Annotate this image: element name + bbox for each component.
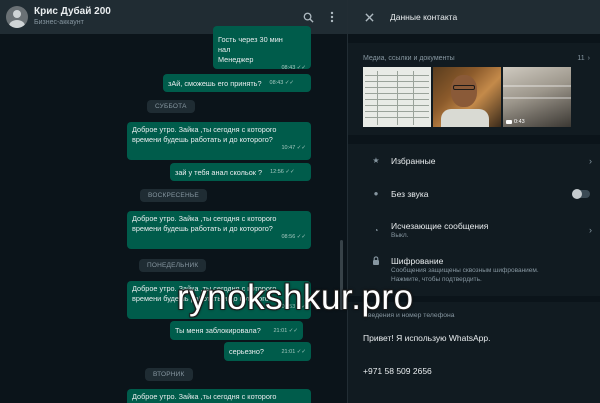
favorites-label: Избранные bbox=[391, 155, 436, 166]
message-text: Ты меня заблокировала? bbox=[175, 326, 261, 335]
day-separator: ВТОРНИК bbox=[145, 368, 193, 381]
message-text: Доброе утро. Зайка ,ты сегодня с которог… bbox=[132, 214, 277, 233]
message-bubble[interactable]: Доброе утро. Зайка ,ты сегодня с которог… bbox=[127, 122, 311, 160]
read-check-icon: ✓✓ bbox=[296, 348, 306, 355]
avatar[interactable] bbox=[6, 6, 28, 28]
favorites-row[interactable]: ★ Избранные › bbox=[348, 144, 600, 177]
chevron-right-icon: › bbox=[589, 225, 592, 235]
media-thumbnail-document[interactable] bbox=[363, 67, 431, 127]
close-icon[interactable] bbox=[360, 8, 378, 26]
disappearing-messages-row[interactable]: ◔ Исчезающие сообщения Выкл. › bbox=[348, 210, 600, 250]
bell-icon: ● bbox=[373, 189, 379, 198]
disappearing-status: Выкл. bbox=[391, 231, 409, 239]
message-list[interactable]: Гость через 30 мин нал Менеджер 08:43 ✓✓… bbox=[0, 26, 340, 403]
message-bubble[interactable]: серьезно? 21:01 ✓✓ bbox=[224, 342, 311, 361]
video-icon bbox=[506, 120, 512, 124]
day-separator: СУББОТА bbox=[147, 100, 195, 113]
phone-number[interactable]: +971 58 509 2656 bbox=[348, 354, 600, 376]
media-count[interactable]: 11 › bbox=[577, 55, 590, 62]
lock-icon bbox=[370, 256, 382, 267]
message-text: Доброе утро. Зайка ,ты сегодня с которог… bbox=[132, 125, 277, 144]
media-thumbnails: 0:43 bbox=[363, 67, 590, 127]
menu-icon[interactable] bbox=[323, 8, 341, 26]
message-meta: 12:56 ✓✓ bbox=[270, 169, 295, 176]
mute-toggle[interactable] bbox=[572, 188, 590, 199]
message-meta: 21:01 ✓✓ bbox=[281, 349, 306, 356]
message-meta: 08:56 ✓✓ bbox=[132, 234, 306, 241]
message-bubble[interactable]: зАй, сможешь его принять? 08:43 ✓✓ bbox=[163, 74, 311, 92]
message-time: 21:01 bbox=[273, 327, 288, 334]
search-icon[interactable] bbox=[299, 8, 317, 26]
watermark: rynokshkur.pro bbox=[177, 278, 414, 317]
media-label: Медиа, ссылки и документы bbox=[363, 55, 455, 62]
disappearing-label: Исчезающие сообщения bbox=[391, 220, 489, 231]
message-text: зай у тебя анал скольок ? bbox=[175, 167, 263, 177]
video-duration: 0:43 bbox=[506, 119, 525, 125]
message-bubble[interactable]: Доброе утро. Зайка ,ты сегодня с которог… bbox=[127, 211, 311, 249]
read-check-icon: ✓✓ bbox=[296, 65, 306, 71]
contact-info-panel: Данные контакта Медиа, ссылки и документ… bbox=[347, 0, 600, 403]
message-time: 08:43 bbox=[281, 65, 296, 71]
message-bubble[interactable]: Ты меня заблокировала? 21:01 ✓✓ bbox=[170, 321, 303, 340]
star-icon: ★ bbox=[372, 156, 380, 165]
message-bubble[interactable]: зай у тебя анал скольок ? 12:56 ✓✓ bbox=[170, 163, 311, 181]
message-bubble[interactable]: Доброе утро. Зайка ,ты сегодня с которог… bbox=[127, 389, 311, 403]
chat-title-block[interactable]: Крис Дубай 200 Бизнес-аккаунт bbox=[34, 6, 299, 28]
message-time: 08:56 bbox=[281, 234, 296, 240]
mute-row[interactable]: ● Без звука bbox=[348, 177, 600, 210]
message-time: 12:56 bbox=[270, 169, 284, 175]
read-check-icon: ✓✓ bbox=[284, 80, 295, 86]
media-header[interactable]: Медиа, ссылки и документы 11 › bbox=[363, 55, 590, 62]
chat-pane: Крис Дубай 200 Бизнес-аккаунт Гость чере… bbox=[0, 0, 347, 403]
mute-label: Без звука bbox=[391, 188, 429, 199]
message-time: 08:43 bbox=[269, 80, 284, 86]
message-meta: 21:01 ✓✓ bbox=[273, 328, 298, 335]
divider bbox=[348, 34, 600, 43]
chevron-right-icon: › bbox=[587, 55, 590, 62]
message-meta: 10:47 ✓✓ bbox=[132, 145, 306, 152]
chat-title: Крис Дубай 200 bbox=[34, 6, 111, 17]
encryption-label: Шифрование bbox=[391, 256, 444, 266]
about-text: Привет! Я использую WhatsApp. bbox=[363, 333, 491, 343]
day-separator: ВОСКРЕСЕНЬЕ bbox=[140, 189, 207, 202]
timer-icon: ◔ bbox=[373, 225, 379, 235]
panel-header: Данные контакта bbox=[348, 0, 600, 34]
media-section[interactable]: Медиа, ссылки и документы 11 › 0:43 bbox=[348, 43, 600, 135]
message-time: 21:01 bbox=[281, 348, 296, 355]
message-text: серьезно? bbox=[229, 347, 264, 356]
read-check-icon: ✓✓ bbox=[296, 145, 306, 151]
video-duration-text: 0:43 bbox=[514, 119, 525, 125]
message-bubble[interactable]: Гость через 30 мин нал Менеджер 08:43 ✓✓ bbox=[213, 26, 311, 72]
encryption-description: Сообщения защищены сквозным шифрованием. bbox=[391, 267, 539, 274]
read-check-icon: ✓✓ bbox=[285, 169, 295, 175]
chevron-right-icon: › bbox=[589, 155, 592, 166]
read-check-icon: ✓✓ bbox=[296, 234, 306, 240]
media-thumbnail-photo[interactable] bbox=[433, 67, 501, 127]
day-separator: ПОНЕДЕЛЬНИК bbox=[139, 259, 207, 272]
message-meta: 08:43 ✓✓ bbox=[270, 80, 295, 87]
message-time: 10:47 bbox=[281, 145, 296, 151]
media-thumbnail-video[interactable]: 0:43 bbox=[503, 67, 571, 127]
message-meta: 08:43 ✓✓ bbox=[218, 65, 306, 72]
message-text: Доброе утро. Зайка ,ты сегодня с которог… bbox=[132, 392, 277, 401]
media-count-value: 11 bbox=[577, 55, 585, 62]
message-text: зАй, сможешь его принять? bbox=[168, 78, 262, 88]
divider bbox=[348, 135, 600, 144]
read-check-icon: ✓✓ bbox=[288, 327, 298, 334]
message-text: Гость через 30 мин нал Менеджер bbox=[218, 35, 283, 64]
panel-title: Данные контакта bbox=[390, 12, 458, 22]
